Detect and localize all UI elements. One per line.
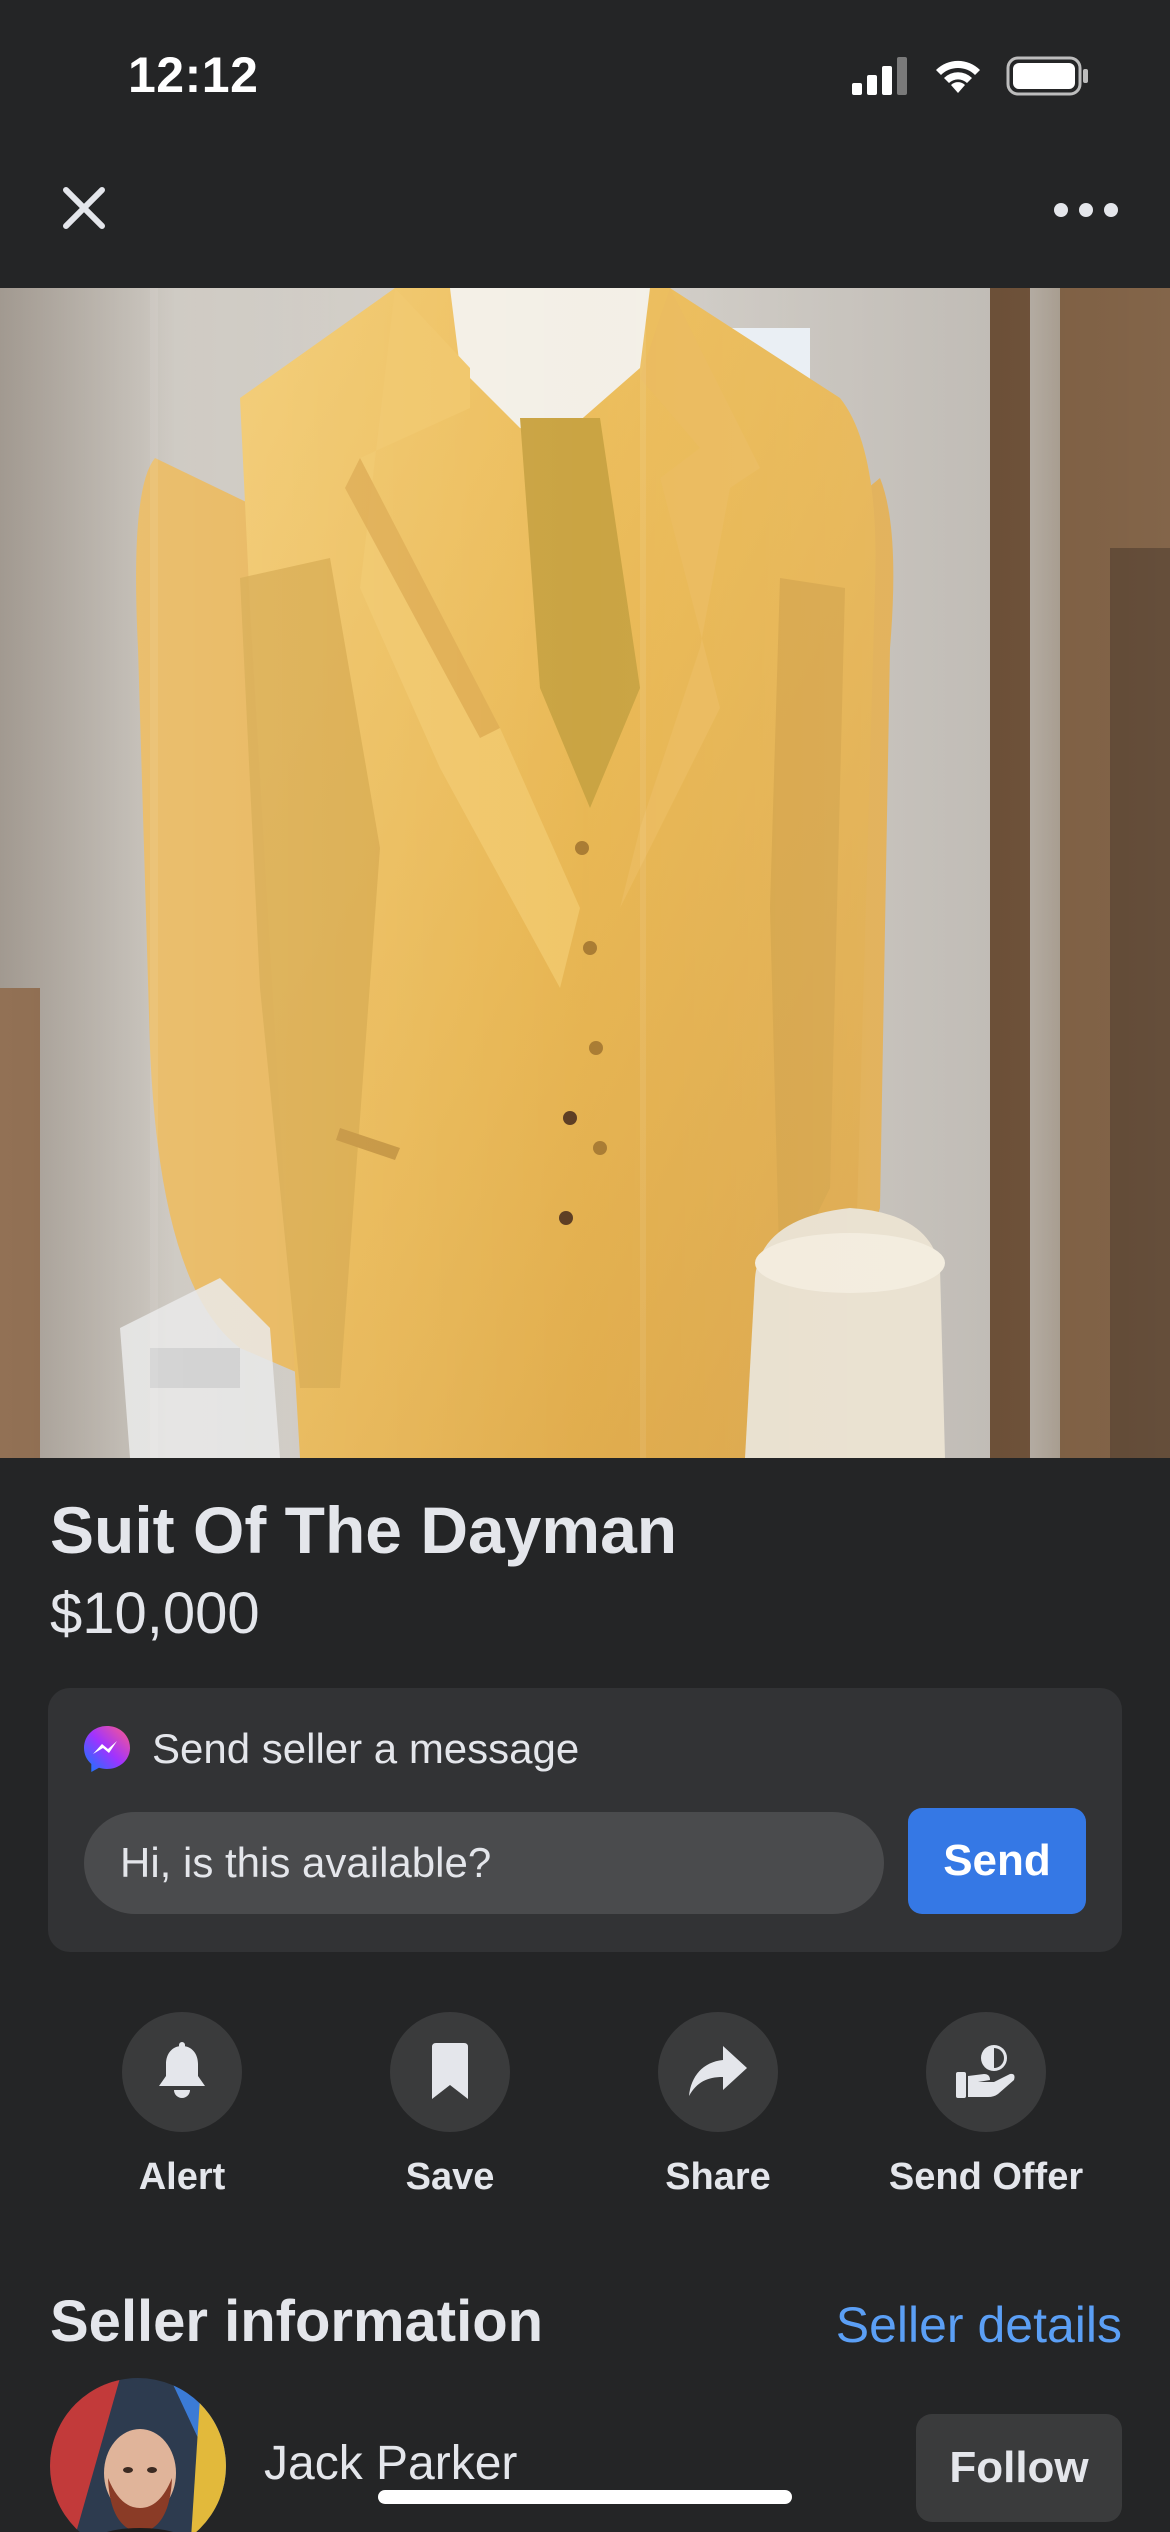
listing-price: $10,000 — [50, 1581, 260, 1646]
send-offer-button[interactable] — [926, 2012, 1046, 2132]
save-label: Save — [405, 2156, 495, 2198]
share-arrow-icon — [689, 2046, 747, 2096]
message-seller-card: Send seller a message Hi, is this availa… — [48, 1688, 1122, 1952]
seller-details-link[interactable]: Seller details — [836, 2296, 1122, 2354]
seller-information-heading: Seller information — [50, 2289, 544, 2354]
status-bar: 12:12 — [0, 0, 1170, 150]
cellular-signal-icon — [852, 57, 907, 95]
alert-button[interactable] — [122, 2012, 242, 2132]
send-button[interactable]: Send — [908, 1808, 1086, 1914]
status-time: 12:12 — [128, 47, 259, 103]
send-offer-action[interactable]: Send Offer — [856, 2012, 1116, 2199]
offer-hand-icon — [956, 2045, 1015, 2098]
status-icons — [852, 56, 1090, 96]
alert-label: Alert — [138, 2156, 226, 2198]
send-offer-label: Send Offer — [888, 2156, 1084, 2198]
message-input[interactable]: Hi, is this available? — [84, 1812, 884, 1914]
message-header: Send seller a message — [82, 1724, 579, 1774]
bell-icon — [159, 2042, 205, 2098]
follow-button[interactable]: Follow — [916, 2414, 1122, 2522]
product-photo[interactable] — [0, 288, 1170, 1458]
close-icon — [63, 187, 105, 229]
more-options-icon — [1054, 203, 1118, 217]
battery-icon — [1006, 56, 1088, 96]
yellow-suit-image — [0, 288, 1170, 1458]
seller-name[interactable]: Jack Parker — [264, 2436, 517, 2491]
seller-avatar[interactable] — [50, 2378, 226, 2532]
more-options-button[interactable] — [1046, 178, 1126, 242]
close-button[interactable] — [52, 176, 116, 240]
wifi-icon — [936, 60, 980, 93]
share-button[interactable] — [658, 2012, 778, 2132]
alert-action[interactable]: Alert — [52, 2012, 312, 2199]
bookmark-icon — [432, 2043, 468, 2099]
save-action[interactable]: Save — [320, 2012, 580, 2199]
messenger-icon — [84, 1726, 130, 1772]
save-button[interactable] — [390, 2012, 510, 2132]
listing-title: Suit Of The Dayman — [50, 1493, 678, 1567]
avatar-image — [50, 2378, 226, 2532]
share-label: Share — [665, 2156, 771, 2198]
message-header-label: Send seller a message — [152, 1725, 580, 1772]
marketplace-listing-page: 12:12 Suit Of The Dayman $10,000 Send se… — [0, 0, 1170, 2532]
share-action[interactable]: Share — [588, 2012, 848, 2199]
home-indicator[interactable] — [378, 2490, 792, 2504]
